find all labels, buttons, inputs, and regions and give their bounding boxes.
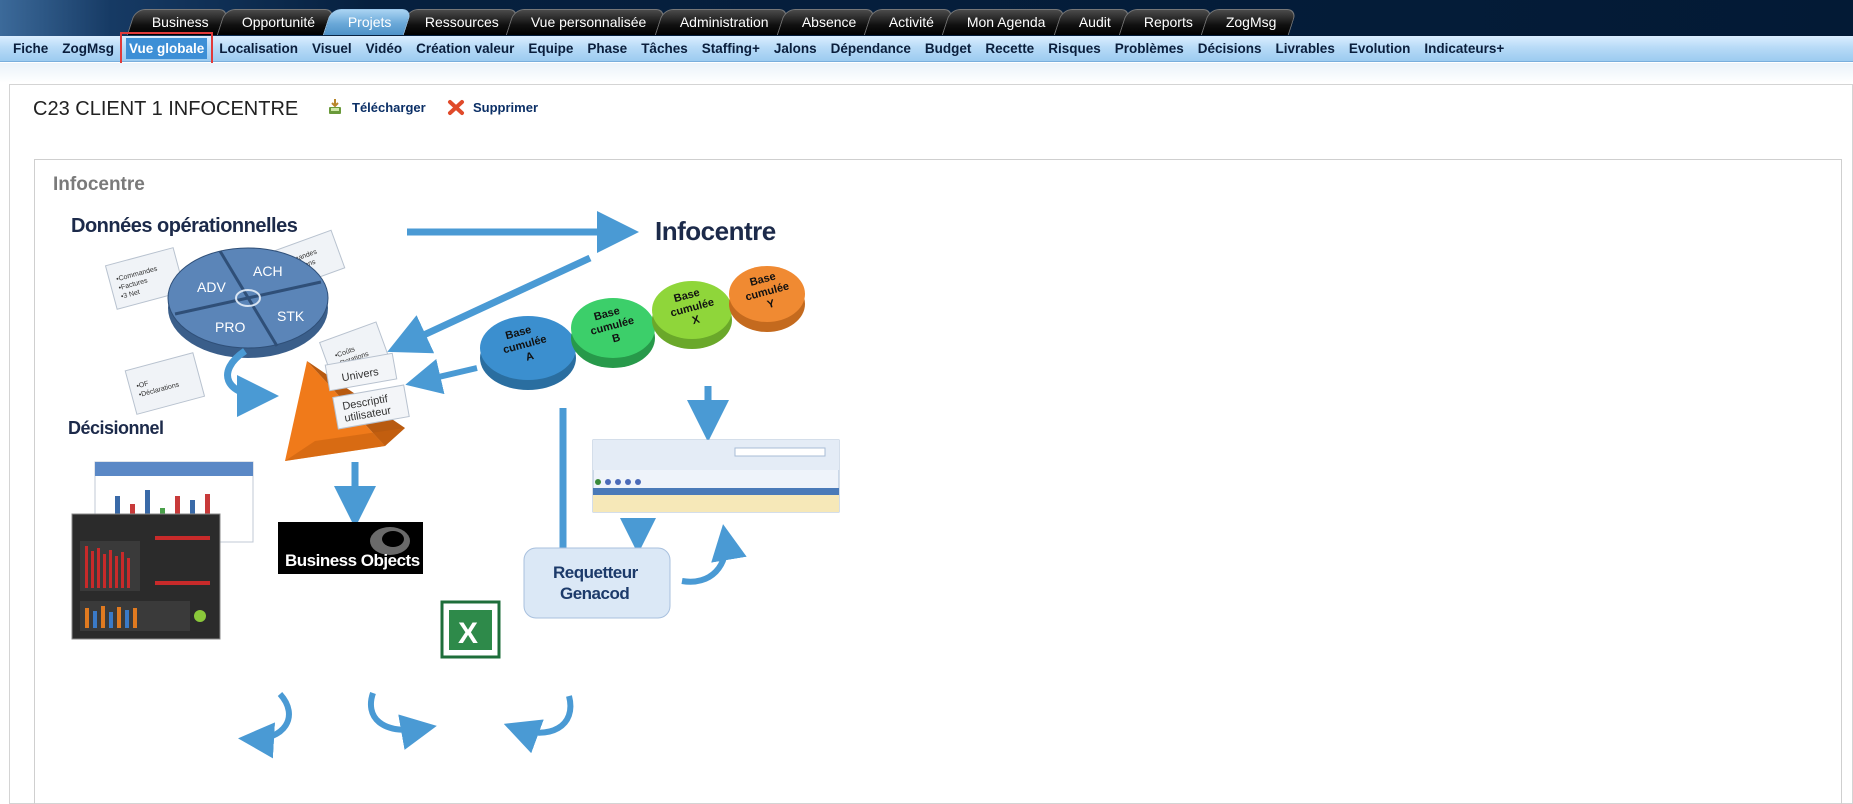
- subnav-item-visuel[interactable]: Visuel: [310, 39, 354, 58]
- curved-arrow-requeteur-to-report: [681, 524, 747, 585]
- subnav-item-phase[interactable]: Phase: [585, 39, 629, 58]
- section-title: Infocentre: [53, 174, 145, 195]
- delete-label: Supprimer: [473, 99, 539, 115]
- wheel-segment-ach: ACH: [253, 263, 283, 279]
- download-button[interactable]: Télécharger: [326, 98, 426, 116]
- wheel-segment-pro: PRO: [215, 319, 245, 335]
- top-tab-opportunit-[interactable]: Opportunité: [216, 9, 336, 35]
- requeteur-label-line-1: Requetteur: [553, 563, 639, 582]
- delete-button[interactable]: Supprimer: [447, 98, 538, 116]
- heading-operational-data: Données opérationnelles: [71, 215, 298, 237]
- top-tab-label: Administration: [679, 14, 769, 30]
- heading-decisionnel: Décisionnel: [68, 418, 164, 438]
- subnav-item-evolution[interactable]: Evolution: [1347, 39, 1413, 58]
- top-tab-activit-[interactable]: Activité: [863, 9, 955, 35]
- download-icon: [329, 99, 341, 114]
- top-tab-label: Mon Agenda: [967, 14, 1046, 30]
- excel-icon: X: [440, 600, 501, 659]
- dashboard-thumbnail-front: [71, 513, 221, 640]
- top-tab-label: Projets: [347, 14, 392, 30]
- top-tab-label: Business: [151, 14, 209, 30]
- base-b: Base cumulée B: [571, 298, 655, 368]
- base-a: Base cumulée A: [480, 316, 576, 390]
- top-tab-business[interactable]: Business: [126, 9, 230, 35]
- subnav-item-budget[interactable]: Budget: [923, 39, 974, 58]
- subnav-item-risques[interactable]: Risques: [1046, 39, 1103, 58]
- top-tab-label: Activité: [888, 14, 935, 30]
- base-y: Base cumulée Y: [729, 266, 805, 332]
- subnav-item-staffing-[interactable]: Staffing+: [700, 39, 762, 58]
- top-tab-label: Reports: [1143, 14, 1193, 30]
- top-tab-label: Opportunité: [241, 14, 315, 30]
- top-tab-zogmsg[interactable]: ZogMsg: [1200, 9, 1297, 35]
- top-tab-ressources[interactable]: Ressources: [399, 9, 519, 35]
- top-tab-vue-personnalis-e[interactable]: Vue personnalisée: [506, 9, 668, 35]
- top-tab-label: Absence: [801, 14, 856, 30]
- infocentre-diagram: Données opérationnelles •Commandes •Fact…: [68, 211, 840, 759]
- wheel-segment-adv: ADV: [197, 279, 226, 295]
- delete-icon: [448, 100, 464, 115]
- subnav-item-probl-mes[interactable]: Problèmes: [1113, 39, 1186, 58]
- subnav-item-t-ches[interactable]: Tâches: [639, 39, 690, 58]
- subnav-item-d-pendance[interactable]: Dépendance: [829, 39, 913, 58]
- top-tab-label: Audit: [1078, 14, 1111, 30]
- operational-wheel: ADV ACH PRO STK: [167, 247, 329, 358]
- curved-arrow-dashboard: [238, 691, 292, 759]
- subnav-item-localisation[interactable]: Localisation: [217, 39, 300, 58]
- report-table-thumbnail: [592, 439, 840, 513]
- top-tab-label: Ressources: [424, 14, 499, 30]
- page-title: C23 CLIENT 1 INFOCENTRE: [33, 98, 299, 120]
- top-tab-absence[interactable]: Absence: [776, 9, 877, 35]
- requeteur-label-line-2: Genacod: [560, 584, 629, 603]
- business-objects-label: Business Objects: [285, 551, 420, 570]
- curved-arrow-bo-to-excel: [368, 692, 437, 750]
- subnav-item-vue-globale[interactable]: Vue globale: [119, 32, 214, 65]
- download-label: Télécharger: [352, 99, 426, 115]
- base-x: Base cumulée X: [652, 281, 732, 349]
- curved-arrow-requeteur-to-excel: [503, 695, 574, 754]
- subnav-item-fiche[interactable]: Fiche: [11, 39, 50, 58]
- requeteur-genacod: Requetteur Genacod: [523, 547, 671, 619]
- subnav-item-vid-o[interactable]: Vidéo: [364, 39, 405, 58]
- excel-letter: X: [458, 617, 478, 650]
- card-bottom-left: •OF •Déclarations: [124, 352, 206, 415]
- project-sub-navigation: Fiche ZogMsg Vue globale Localisation Visuel…: [0, 32, 1853, 65]
- top-tabs: Business Opportunité Projets Ressources Vue …: [126, 9, 1297, 36]
- top-tab-label: Vue personnalisée: [531, 14, 647, 30]
- wheel-segment-stk: STK: [277, 308, 305, 324]
- top-tab-reports[interactable]: Reports: [1118, 9, 1214, 35]
- subnav-item-cr-ation-valeur[interactable]: Création valeur: [414, 39, 516, 58]
- subnav-shadow: [0, 63, 1853, 83]
- business-objects-logo: Business Objects: [278, 462, 423, 574]
- subnav-item-jalons[interactable]: Jalons: [772, 39, 819, 58]
- subnav-item-livrables[interactable]: Livrables: [1274, 39, 1337, 58]
- subnav-item-indicateurs-[interactable]: Indicateurs+: [1422, 39, 1506, 58]
- subnav-item-recette[interactable]: Recette: [983, 39, 1036, 58]
- top-tab-label: ZogMsg: [1225, 14, 1277, 30]
- heading-infocentre: Infocentre: [655, 216, 776, 246]
- top-tab-mon-agenda[interactable]: Mon Agenda: [942, 9, 1067, 35]
- subnav-item-equipe[interactable]: Equipe: [526, 39, 575, 58]
- top-tab-administration[interactable]: Administration: [654, 9, 789, 35]
- arrow-bases-to-pyramid: [405, 359, 478, 395]
- top-tab-projets[interactable]: Projets: [322, 9, 412, 35]
- subnav-item-d-cisions[interactable]: Décisions: [1196, 39, 1264, 58]
- subnav-item-zogmsg[interactable]: ZogMsg: [60, 39, 116, 58]
- top-navigation-bar: Business Opportunité Projets Ressources Vue …: [0, 0, 1853, 36]
